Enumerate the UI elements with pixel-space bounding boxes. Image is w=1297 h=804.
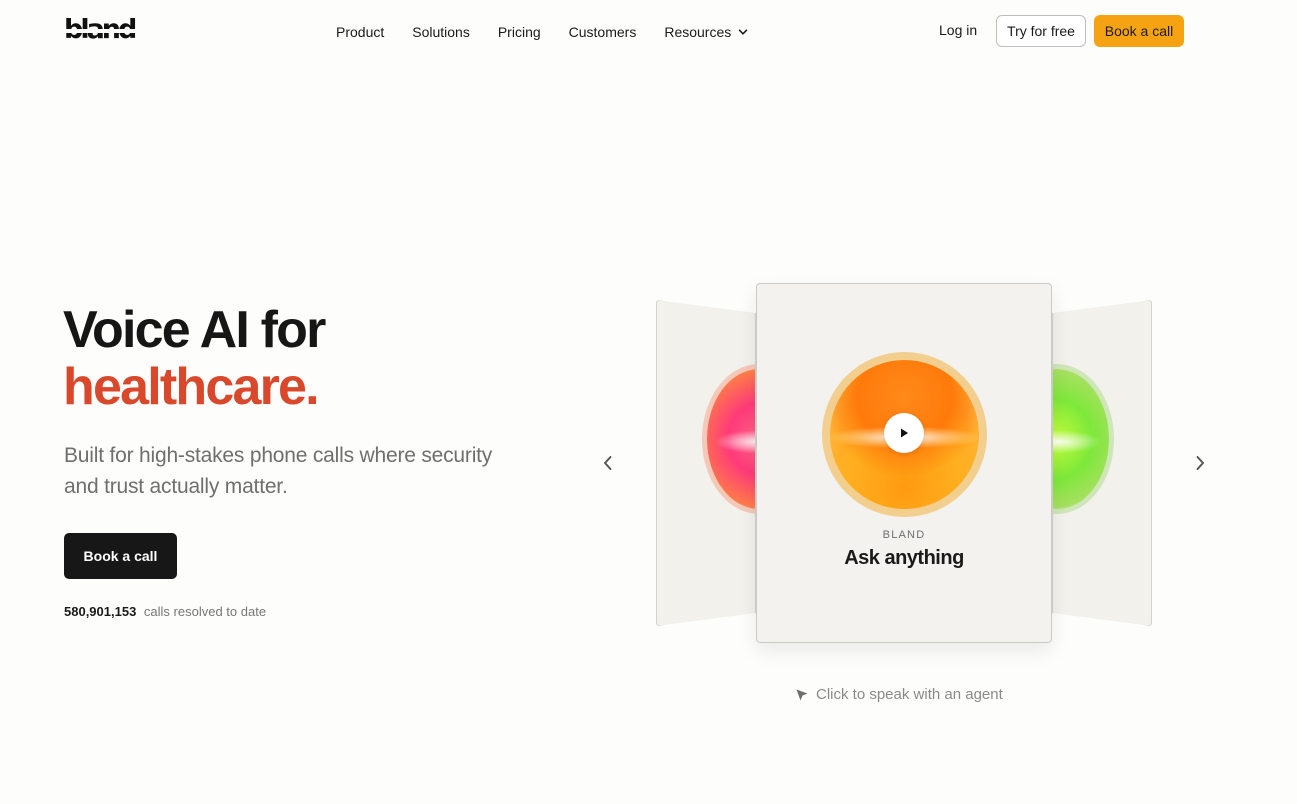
- play-button[interactable]: [884, 413, 924, 453]
- card-eyebrow: BLAND: [882, 529, 926, 541]
- hero-subhead: Built for high-stakes phone calls where …: [64, 444, 493, 498]
- main-nav: Product Solutions Pricing Customers Reso…: [336, 22, 748, 42]
- headline-line-2: healthcare.: [63, 358, 320, 416]
- agent-card-active[interactable]: BLAND Ask anything: [756, 283, 1052, 643]
- bland-logo[interactable]: bland: [64, 18, 154, 42]
- speak-hint: Click to speak with an agent: [795, 686, 1003, 703]
- nav-customers-label: Customers: [568, 24, 637, 40]
- nav-resources-label: Resources: [664, 24, 732, 40]
- chevron-left-icon: [604, 456, 612, 470]
- nav-product[interactable]: Product: [336, 24, 384, 40]
- headline-line-1: Voice AI for: [63, 301, 326, 359]
- agent-orb-green: [1053, 369, 1109, 509]
- nav-pricing-label: Pricing: [497, 24, 541, 40]
- nav-product-label: Product: [336, 24, 385, 40]
- nav-customers[interactable]: Customers: [569, 24, 637, 40]
- agent-orb-pink: [707, 369, 755, 509]
- calls-label: calls resolved to date: [143, 604, 267, 619]
- cursor-icon: [796, 689, 808, 700]
- nav-resources[interactable]: Resources: [664, 24, 748, 40]
- nav-solutions-label: Solutions: [412, 24, 470, 40]
- calls-stat: 580,901,153 calls resolved to date: [64, 604, 266, 619]
- agent-card-previous[interactable]: [656, 300, 756, 626]
- carousel-prev-button[interactable]: [598, 453, 618, 473]
- chevron-right-icon: [1196, 456, 1204, 470]
- book-call-hero-button[interactable]: Book a call: [64, 533, 177, 579]
- nav-pricing[interactable]: Pricing: [498, 24, 541, 40]
- site-header: bland Product Solutions Pricing Customer…: [0, 0, 1297, 62]
- calls-count: 580,901,153: [64, 604, 137, 619]
- try-for-free-button[interactable]: Try for free: [996, 15, 1086, 47]
- agent-card-next[interactable]: [1052, 300, 1152, 626]
- logo-stripe: [64, 29, 152, 33]
- play-icon: [901, 428, 908, 438]
- speak-hint-text: Click to speak with an agent: [816, 686, 1003, 703]
- nav-solutions[interactable]: Solutions: [412, 24, 470, 40]
- chevron-down-icon: [739, 29, 748, 35]
- carousel-next-button[interactable]: [1190, 453, 1210, 473]
- card-title: Ask anything: [844, 547, 964, 569]
- book-call-header-button[interactable]: Book a call: [1094, 15, 1184, 47]
- hero-headline: Voice AI for healthcare.: [63, 301, 326, 416]
- login-link[interactable]: Log in: [939, 22, 977, 38]
